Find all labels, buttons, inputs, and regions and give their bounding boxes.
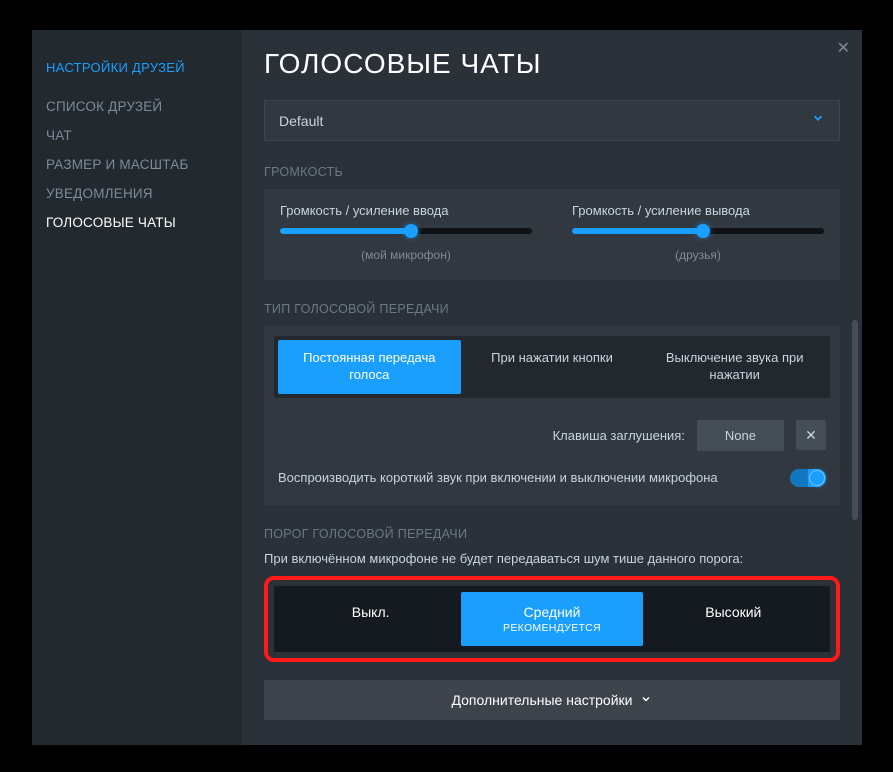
threshold-option-high[interactable]: Высокий xyxy=(643,592,824,646)
mute-key-row: Клавиша заглушения: None ✕ xyxy=(274,420,830,451)
device-dropdown-value: Default xyxy=(279,113,323,129)
settings-window: ✕ НАСТРОЙКИ ДРУЗЕЙ СПИСОК ДРУЗЕЙ ЧАТ РАЗ… xyxy=(32,30,862,745)
chevron-down-icon xyxy=(811,111,825,130)
threshold-section-label: ПОРОГ ГОЛОСОВОЙ ПЕРЕДАЧИ xyxy=(264,527,840,541)
input-volume-sublabel: (мой микрофон) xyxy=(280,248,532,262)
threshold-highlight: Выкл. Средний РЕКОМЕНДУЕТСЯ Высокий xyxy=(264,576,840,662)
sidebar-item-size-scale[interactable]: РАЗМЕР И МАСШТАБ xyxy=(46,157,228,172)
threshold-option-medium-sub: РЕКОМЕНДУЕТСЯ xyxy=(469,622,634,634)
threshold-option-medium[interactable]: Средний РЕКОМЕНДУЕТСЯ xyxy=(461,592,642,646)
volume-section-label: ГРОМКОСТЬ xyxy=(264,165,840,179)
close-icon[interactable]: ✕ xyxy=(837,38,850,58)
threshold-description: При включённом микрофоне не будет переда… xyxy=(264,551,840,566)
output-volume-sublabel: (друзья) xyxy=(572,248,824,262)
mic-sound-label: Воспроизводить короткий звук при включен… xyxy=(278,470,718,485)
mic-sound-row: Воспроизводить короткий звук при включен… xyxy=(274,469,830,487)
scrollbar[interactable] xyxy=(852,320,858,520)
threshold-option-off[interactable]: Выкл. xyxy=(280,592,461,646)
sidebar-item-voice-chats[interactable]: ГОЛОСОВЫЕ ЧАТЫ xyxy=(46,215,228,230)
sidebar-item-friends-list[interactable]: СПИСОК ДРУЗЕЙ xyxy=(46,99,228,114)
threshold-option-off-label: Выкл. xyxy=(352,604,390,620)
output-volume-label: Громкость / усиление вывода xyxy=(572,203,824,218)
advanced-settings-button[interactable]: Дополнительные настройки xyxy=(264,680,840,720)
main-content: ГОЛОСОВЫЕ ЧАТЫ Default ГРОМКОСТЬ Громкос… xyxy=(242,30,862,745)
transmit-panel: Постоянная передача голоса При нажатии к… xyxy=(264,326,840,505)
sidebar-title: НАСТРОЙКИ ДРУЗЕЙ xyxy=(46,60,228,75)
mic-sound-toggle[interactable] xyxy=(790,469,826,487)
threshold-option-high-label: Высокий xyxy=(705,604,761,620)
input-volume-slider[interactable] xyxy=(280,228,532,234)
transmit-section-label: ТИП ГОЛОСОВОЙ ПЕРЕДАЧИ xyxy=(264,302,840,316)
transmit-segmented-control: Постоянная передача голоса При нажатии к… xyxy=(274,336,830,398)
sidebar-item-chat[interactable]: ЧАТ xyxy=(46,128,228,143)
input-volume-group: Громкость / усиление ввода (мой микрофон… xyxy=(280,203,532,262)
threshold-option-medium-label: Средний xyxy=(524,604,581,620)
threshold-segmented-control: Выкл. Средний РЕКОМЕНДУЕТСЯ Высокий xyxy=(274,586,830,652)
page-title: ГОЛОСОВЫЕ ЧАТЫ xyxy=(264,48,840,80)
transmit-option-push-to-talk[interactable]: При нажатии кнопки xyxy=(461,340,644,394)
advanced-settings-label: Дополнительные настройки xyxy=(452,692,633,708)
output-volume-slider[interactable] xyxy=(572,228,824,234)
device-dropdown[interactable]: Default xyxy=(264,100,840,141)
sidebar: НАСТРОЙКИ ДРУЗЕЙ СПИСОК ДРУЗЕЙ ЧАТ РАЗМЕ… xyxy=(32,30,242,745)
input-volume-label: Громкость / усиление ввода xyxy=(280,203,532,218)
transmit-option-push-to-mute[interactable]: Выключение звука при нажатии xyxy=(643,340,826,394)
mute-key-label: Клавиша заглушения: xyxy=(553,428,685,443)
mute-key-clear-button[interactable]: ✕ xyxy=(796,420,826,450)
sidebar-item-notifications[interactable]: УВЕДОМЛЕНИЯ xyxy=(46,186,228,201)
output-volume-group: Громкость / усиление вывода (друзья) xyxy=(572,203,824,262)
chevron-down-icon xyxy=(640,692,652,708)
volume-panel: Громкость / усиление ввода (мой микрофон… xyxy=(264,189,840,280)
transmit-option-open-mic[interactable]: Постоянная передача голоса xyxy=(278,340,461,394)
mute-key-binding[interactable]: None xyxy=(697,420,784,451)
